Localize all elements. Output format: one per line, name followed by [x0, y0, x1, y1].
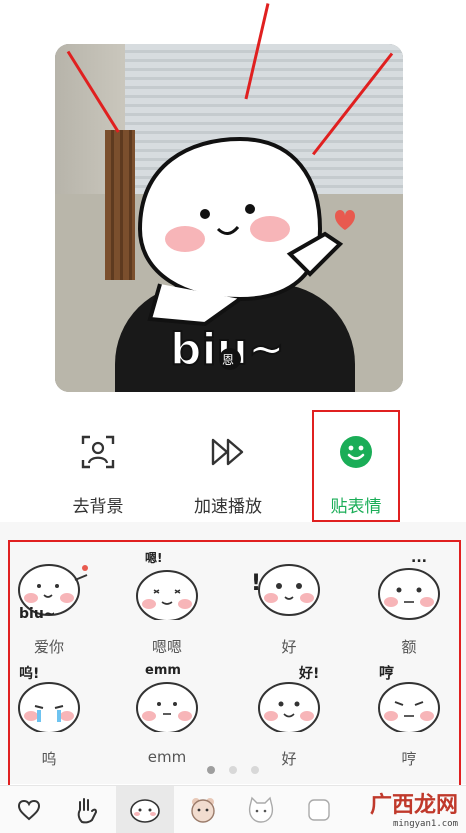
watermark-url: mingyan1.com — [392, 819, 458, 829]
speed-up-label: 加速播放 — [194, 497, 262, 517]
video-preview: biu~ 恩 — [55, 44, 403, 392]
heart-icon — [17, 799, 41, 821]
page-indicator — [0, 766, 466, 774]
remove-background-label: 去背景 — [72, 497, 124, 517]
remove-background-button[interactable]: 去背景 — [38, 430, 158, 520]
watermark-title: 广西龙网 — [369, 792, 458, 818]
fast-forward-icon — [210, 430, 246, 474]
applied-sticker: biu~ 恩 — [137, 136, 355, 374]
speed-up-button[interactable]: 加速播放 — [168, 430, 288, 520]
sticker-grid-highlight — [8, 540, 461, 787]
sticker-badge: 恩 — [222, 353, 234, 367]
bun-face-icon — [130, 799, 160, 823]
person-frame-icon — [81, 430, 115, 474]
tab-gestures[interactable] — [58, 786, 116, 833]
page-dot[interactable] — [251, 766, 259, 774]
page-dot[interactable] — [207, 766, 215, 774]
selection-highlight — [312, 410, 400, 522]
cat-face-icon — [248, 796, 274, 823]
sticker-pack-icon — [308, 799, 330, 821]
site-watermark: 广西龙网 mingyan1.com — [370, 787, 458, 829]
tab-cat-stickers[interactable] — [232, 786, 290, 833]
tab-more-stickers[interactable] — [290, 786, 348, 833]
bear-face-icon — [191, 798, 215, 823]
tab-bear-stickers[interactable] — [174, 786, 232, 833]
tab-bun-stickers[interactable] — [116, 786, 174, 833]
hand-gesture-icon — [77, 798, 98, 824]
page-dot[interactable] — [229, 766, 237, 774]
tab-favorites[interactable] — [0, 786, 58, 833]
